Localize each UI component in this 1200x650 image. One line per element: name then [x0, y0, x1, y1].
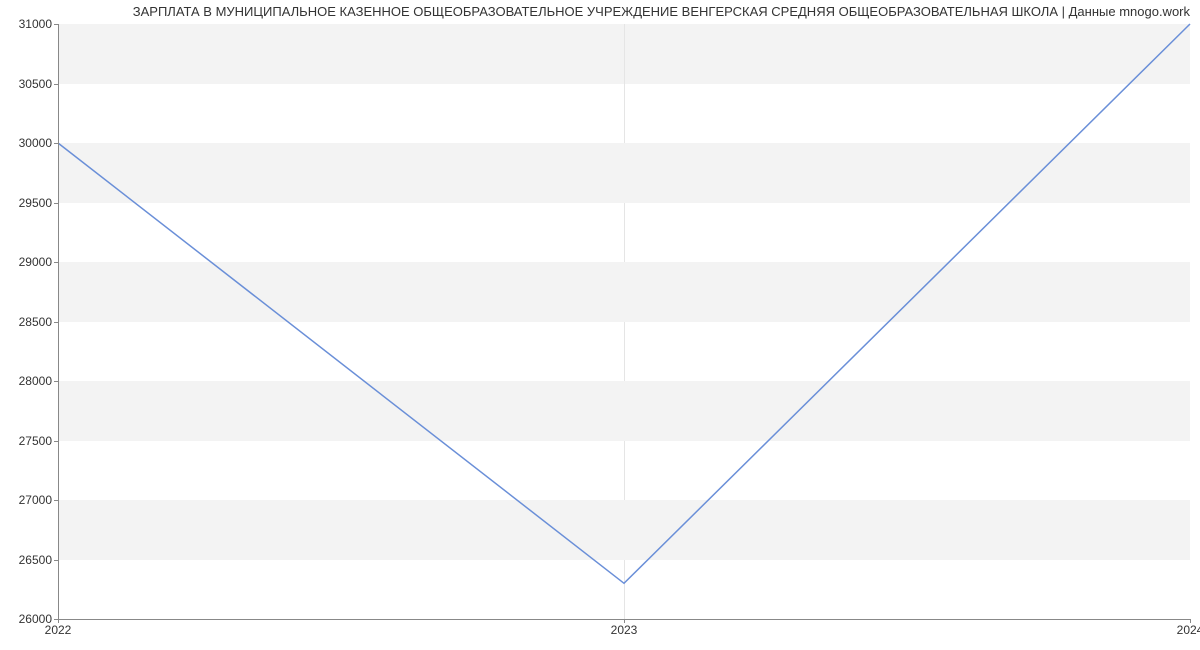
y-tick-label: 30000 — [2, 136, 52, 150]
y-axis-line — [58, 24, 59, 619]
y-tick-label: 30500 — [2, 77, 52, 91]
y-tick-label: 29500 — [2, 196, 52, 210]
y-tick-label: 28000 — [2, 374, 52, 388]
y-tick-label: 27000 — [2, 493, 52, 507]
x-tick-label: 2023 — [611, 623, 638, 637]
chart-line-svg — [58, 24, 1190, 619]
x-tick-label: 2024 — [1177, 623, 1200, 637]
chart-title: ЗАРПЛАТА В МУНИЦИПАЛЬНОЕ КАЗЕННОЕ ОБЩЕОБ… — [133, 4, 1190, 19]
x-tick-label: 2022 — [45, 623, 72, 637]
y-tick-label: 27500 — [2, 434, 52, 448]
y-tick-label: 26500 — [2, 553, 52, 567]
x-axis-line — [58, 619, 1190, 620]
y-tick-label: 29000 — [2, 255, 52, 269]
data-series-line — [58, 24, 1190, 583]
y-tick-label: 28500 — [2, 315, 52, 329]
chart-plot-area — [58, 24, 1190, 619]
y-tick-label: 31000 — [2, 17, 52, 31]
